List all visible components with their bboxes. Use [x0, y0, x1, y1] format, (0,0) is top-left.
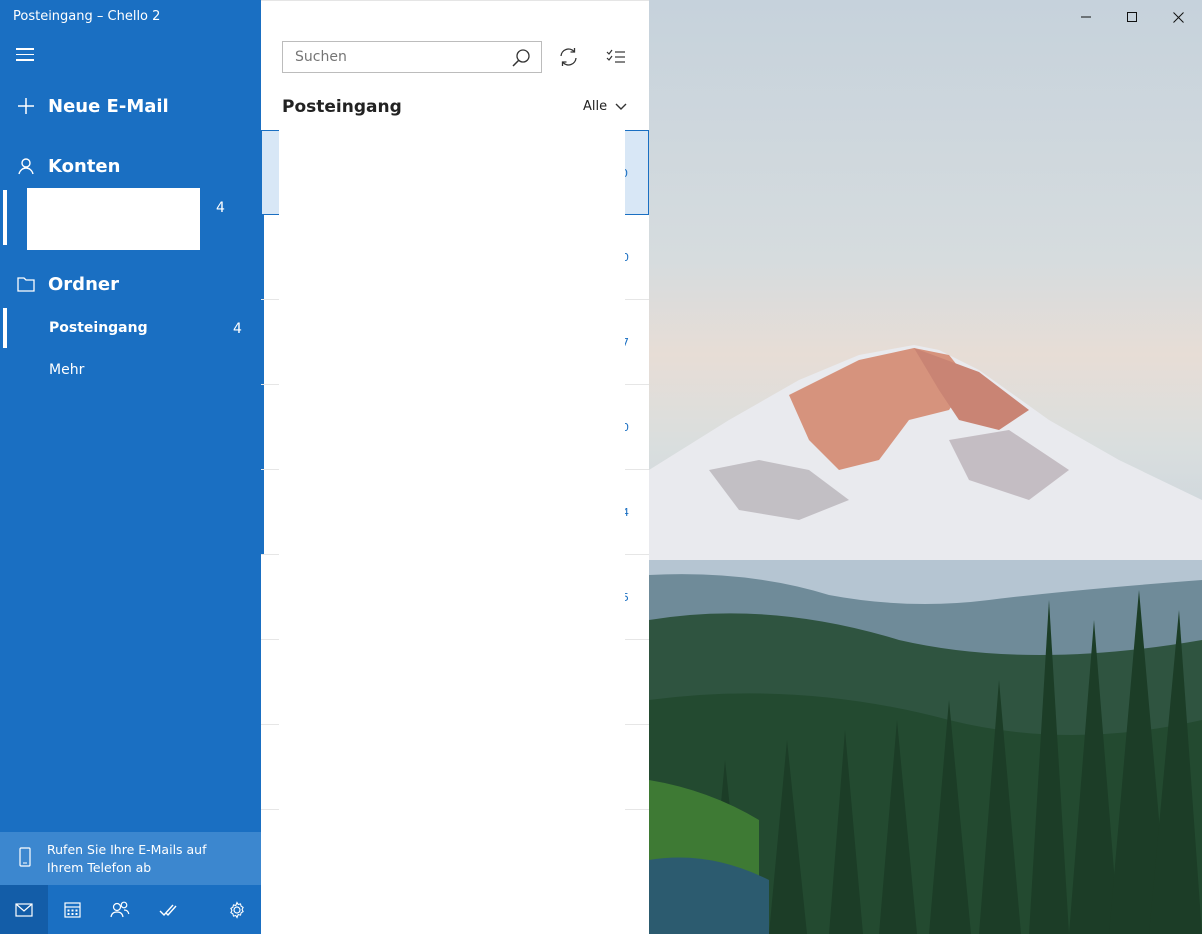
new-mail-button[interactable]: Neue E-Mail	[0, 92, 261, 120]
mail-switch-button[interactable]	[0, 885, 48, 934]
account-selection-indicator	[3, 190, 7, 245]
account-item[interactable]	[27, 188, 200, 250]
maximize-icon	[1127, 12, 1137, 22]
folder-icon	[14, 272, 38, 296]
calendar-icon	[63, 902, 81, 918]
close-icon	[1172, 11, 1184, 23]
message-list-overlay	[279, 127, 625, 935]
unread-indicator	[261, 300, 264, 384]
sync-button[interactable]	[556, 45, 580, 69]
reading-pane-background	[649, 0, 1202, 934]
chevron-down-icon	[615, 103, 627, 110]
folder-selection-indicator	[3, 308, 7, 348]
message-list-pane: Posteingang Alle 0 0 7 0 4 5	[261, 0, 649, 935]
window-title: Posteingang – Chello 2	[13, 9, 161, 24]
people-icon	[110, 901, 130, 918]
hamburger-menu-button[interactable]	[16, 48, 34, 62]
folder-unread-count: 4	[233, 321, 242, 337]
settings-icon	[230, 900, 244, 919]
person-icon	[14, 154, 38, 178]
filter-dropdown[interactable]: Alle	[583, 99, 627, 114]
plus-icon	[14, 94, 38, 118]
unread-indicator	[261, 215, 264, 299]
mountain-landscape-image	[649, 345, 1202, 934]
todo-switch-button[interactable]	[144, 885, 192, 934]
phone-banner-line2: Ihrem Telefon ab	[47, 859, 152, 875]
folder-item-mehr[interactable]: Mehr	[49, 362, 84, 378]
todo-icon	[159, 904, 177, 916]
calendar-switch-button[interactable]	[48, 885, 96, 934]
account-unread-count: 4	[216, 200, 225, 216]
close-button[interactable]	[1155, 5, 1201, 29]
phone-icon	[19, 846, 31, 871]
people-switch-button[interactable]	[96, 885, 144, 934]
navigation-sidebar: Posteingang – Chello 2 Neue E-Mail Konte…	[0, 0, 261, 934]
minimize-button[interactable]	[1063, 5, 1109, 29]
sync-icon	[559, 48, 577, 66]
checklist-icon	[606, 49, 625, 63]
new-mail-label: Neue E-Mail	[48, 95, 169, 117]
maximize-button[interactable]	[1109, 5, 1155, 29]
settings-button[interactable]	[213, 885, 261, 934]
filter-label: Alle	[583, 99, 608, 114]
unread-indicator	[261, 470, 264, 554]
unread-indicator	[261, 385, 264, 469]
accounts-label: Konten	[48, 155, 121, 177]
phone-banner-line1: Rufen Sie Ihre E-Mails auf	[47, 841, 207, 857]
minimize-icon	[1081, 16, 1091, 18]
search-input[interactable]	[293, 48, 497, 66]
selection-mode-button[interactable]	[604, 45, 628, 69]
app-switcher-bar	[0, 885, 261, 934]
accounts-button[interactable]: Konten	[0, 152, 261, 180]
phone-mail-banner[interactable]: Rufen Sie Ihre E-Mails auf Ihrem Telefon…	[0, 832, 261, 885]
folder-item-posteingang[interactable]: Posteingang	[49, 320, 148, 336]
search-icon[interactable]	[511, 48, 531, 72]
mail-icon	[15, 902, 33, 917]
search-box[interactable]	[282, 41, 542, 73]
folders-label: Ordner	[48, 273, 119, 295]
list-heading: Posteingang	[282, 97, 402, 117]
folders-button[interactable]: Ordner	[0, 270, 261, 298]
